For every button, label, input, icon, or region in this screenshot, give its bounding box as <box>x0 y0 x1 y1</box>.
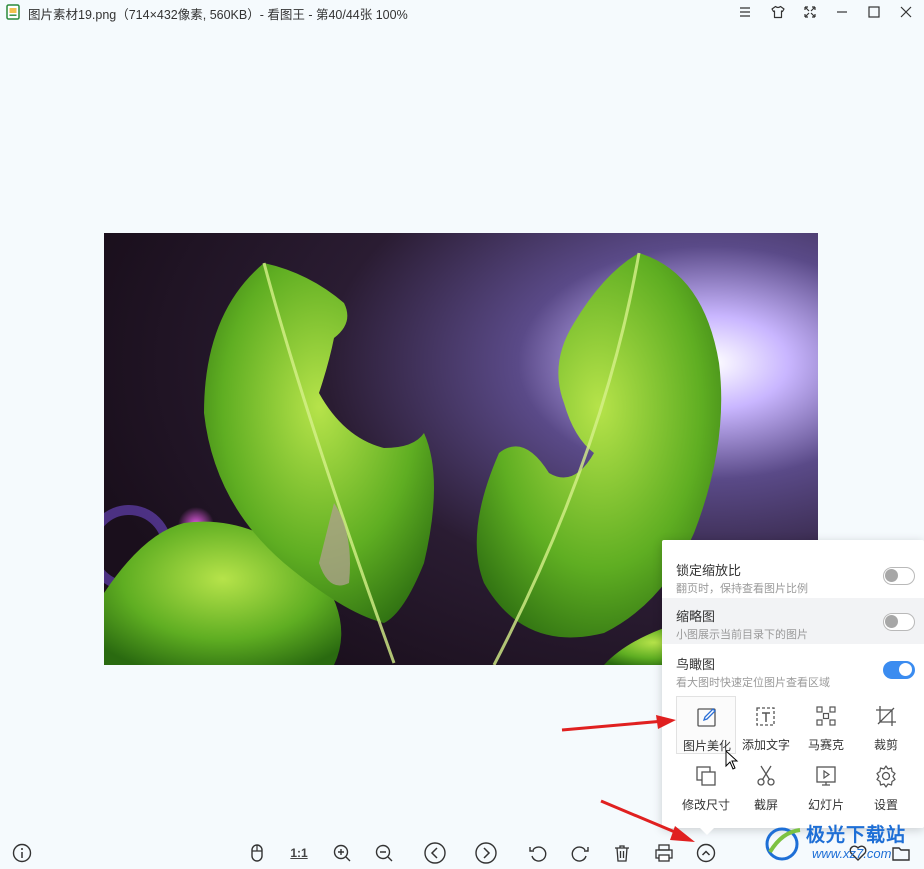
crop-button[interactable]: 裁剪 <box>856 696 916 754</box>
maximize-icon[interactable] <box>858 0 890 24</box>
title-bar: 图片素材19.png（714×432像素, 560KB）- 看图王 - 第40/… <box>0 0 924 24</box>
rotate-right-icon[interactable] <box>565 838 595 868</box>
option-description: 翻页时，保持查看图片比例 <box>676 583 808 595</box>
tool-label: 马赛克 <box>807 738 844 752</box>
app-logo-icon <box>6 4 20 20</box>
resize-icon <box>696 766 716 786</box>
slideshow-button[interactable]: 幻灯片 <box>796 756 856 814</box>
annotation-arrow-icon <box>600 799 695 842</box>
previous-image-icon[interactable] <box>420 838 450 868</box>
option-title: 锁定缩放比 <box>676 563 742 578</box>
option-title: 缩略图 <box>676 609 716 624</box>
edit-pencil-icon <box>697 708 716 727</box>
add-text-icon <box>756 707 775 726</box>
menu-icon[interactable] <box>729 0 761 24</box>
lock-zoom-toggle[interactable] <box>883 567 915 585</box>
lock-zoom-option: 锁定缩放比 翻页时，保持查看图片比例 <box>662 552 924 598</box>
mosaic-button[interactable]: 马赛克 <box>796 696 856 754</box>
settings-button[interactable]: 设置 <box>856 756 916 814</box>
watermark-name: 极光下载站 <box>806 825 907 846</box>
gear-icon <box>876 765 896 788</box>
tool-label: 裁剪 <box>873 738 898 752</box>
tool-label: 幻灯片 <box>807 798 844 812</box>
mouse-mode-icon[interactable] <box>242 838 272 868</box>
birds-eye-toggle[interactable] <box>883 661 915 679</box>
thumbnail-option: 缩略图 小图展示当前目录下的图片 <box>662 598 924 644</box>
beautify-image-button[interactable]: 图片美化 <box>676 696 736 754</box>
zoom-in-icon[interactable] <box>327 838 357 868</box>
scissors-icon <box>757 765 775 786</box>
actual-size-label: 1:1 <box>290 846 308 860</box>
option-title: 鸟瞰图 <box>676 657 716 672</box>
annotation-arrow-icon <box>561 715 676 732</box>
fullscreen-icon[interactable] <box>794 0 826 24</box>
zoom-out-icon[interactable] <box>369 838 399 868</box>
actual-size-button[interactable]: 1:1 <box>284 838 314 868</box>
tool-label: 设置 <box>873 798 898 812</box>
close-icon[interactable] <box>890 0 922 24</box>
thumbnail-toggle[interactable] <box>883 613 915 631</box>
option-description: 看大图时快速定位图片查看区域 <box>676 677 830 689</box>
tool-label: 添加文字 <box>741 738 790 752</box>
mosaic-icon <box>816 706 836 726</box>
window-title: 图片素材19.png（714×432像素, 560KB）- 看图王 - 第40/… <box>28 8 408 22</box>
watermark-logo-icon <box>765 827 801 861</box>
option-description: 小图展示当前目录下的图片 <box>676 629 808 641</box>
birds-eye-option: 鸟瞰图 看大图时快速定位图片查看区域 <box>662 646 924 692</box>
tool-label: 截屏 <box>753 798 778 812</box>
crop-icon <box>876 706 896 726</box>
watermark-url: www.xz7.com <box>812 846 892 861</box>
skin-shirt-icon[interactable] <box>762 0 794 24</box>
info-icon[interactable] <box>7 838 37 868</box>
mouse-cursor-icon <box>725 750 739 770</box>
next-image-icon[interactable] <box>471 838 501 868</box>
rotate-left-icon[interactable] <box>523 838 553 868</box>
minimize-icon[interactable] <box>826 0 858 24</box>
more-options-popup: 锁定缩放比 翻页时，保持查看图片比例 缩略图 小图展示当前目录下的图片 鸟瞰图 … <box>662 540 924 828</box>
screenshot-button[interactable]: 截屏 <box>736 756 796 814</box>
add-text-button[interactable]: 添加文字 <box>736 696 796 754</box>
watermark: 极光下载站 www.xz7.com <box>762 818 922 866</box>
slideshow-icon <box>816 766 836 786</box>
popup-pointer <box>698 826 716 835</box>
